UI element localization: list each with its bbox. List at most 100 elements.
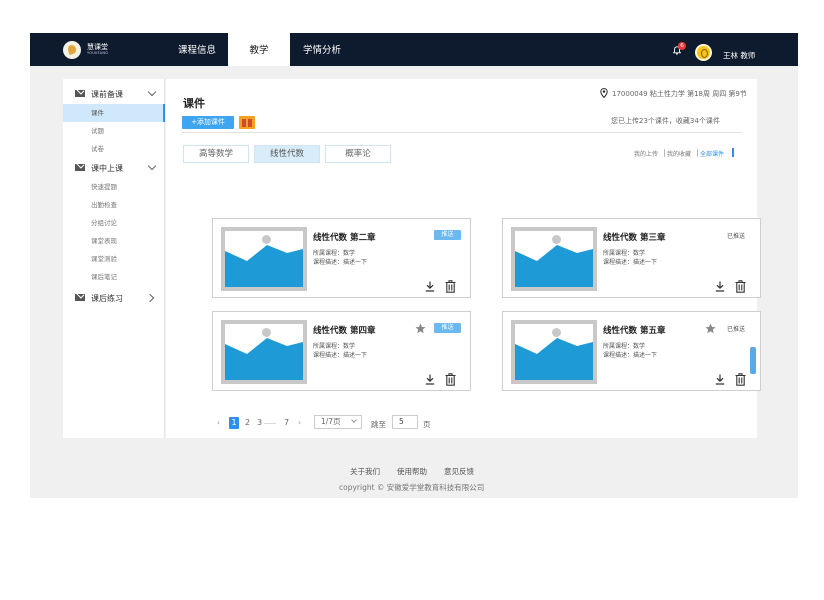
copyright-text: copyright © 安徽爱学堂教育科技有限公司 [339,483,485,492]
sidebar-group-label: 课前备课 [91,90,123,99]
thumbnail-image-icon [221,320,307,384]
divider [182,132,742,133]
trash-icon[interactable] [445,373,456,386]
location-icon [600,88,608,98]
card-course: 所属课程：数学 [603,343,646,350]
footer-link-help[interactable]: 使用帮助 [397,466,427,477]
filter-divider [697,149,698,157]
mail-icon [75,90,85,97]
star-icon[interactable] [705,323,716,334]
card-title: 线性代数 第四章 [313,326,376,336]
class-location: 17000049 粘土性力学 第18周 周四 第9节 [612,90,747,98]
nav-tab-course-info[interactable]: 课程信息 [167,33,227,66]
thumbnail-image-icon [511,320,597,384]
mail-icon [75,294,85,301]
chevron-right-icon [145,293,155,303]
courseware-card[interactable]: 线性代数 第三章 所属课程：数学 课程描述：描述一下 已推送 [502,218,761,298]
card-description: 课程描述：描述一下 [313,259,368,266]
chevron-down-icon [351,417,357,423]
sidebar-item-questions[interactable]: 试题 [63,122,165,140]
trash-icon[interactable] [735,280,746,293]
sidebar-group-prep[interactable]: 课前备课 [63,85,165,103]
app-frame: 慧课堂 YOUKTANG 课程信息 教学 学情分析 6 王林 教师 课前备课 课… [30,33,798,498]
brand-name-en: YOUKTANG [87,51,109,55]
footer-link-about[interactable]: 关于我们 [350,466,380,477]
pagination-page[interactable]: 7 [284,418,289,427]
add-courseware-button[interactable]: +添加课件 [182,116,234,129]
trash-icon[interactable] [735,373,746,386]
download-icon[interactable] [425,281,435,292]
sidebar-item-courseware[interactable]: 课件 [63,104,165,122]
chevron-down-icon [147,87,157,97]
user-name[interactable]: 王林 教师 [723,50,755,61]
sidebar-item-attendance[interactable]: 出勤检查 [63,196,165,214]
card-course: 所属课程：数学 [313,250,356,257]
page-size-select[interactable]: 1/7页 [314,415,362,429]
courseware-card[interactable]: 线性代数 第四章 所属课程：数学 课程描述：描述一下 推送 [212,311,471,391]
push-button[interactable]: 推送 [434,323,461,333]
card-description: 课程描述：描述一下 [313,352,368,359]
course-tab-advanced-math[interactable]: 高等数学 [183,145,249,163]
sidebar: 课前备课 课件 试题 试卷 课中上课 快速提题 出勤检查 分组讨论 课堂表现 课… [63,79,165,438]
filter-my-favorites[interactable]: 我的收藏 [667,149,691,158]
sidebar-item-papers[interactable]: 试卷 [63,140,165,158]
download-icon[interactable] [715,281,725,292]
user-avatar[interactable] [695,44,712,61]
pushed-status: 已推送 [727,326,746,333]
card-description: 课程描述：描述一下 [603,352,658,359]
sidebar-item-performance[interactable]: 课堂表现 [63,232,165,250]
filter-divider [664,149,665,157]
filter-all-courseware[interactable]: 全部课件 [700,149,724,158]
sidebar-group-label: 课中上课 [91,164,123,173]
download-icon[interactable] [425,374,435,385]
pagination-page[interactable]: 2 [245,418,250,427]
book-icon[interactable] [239,116,255,129]
courseware-card[interactable]: 线性代数 第二章 所属课程：数学 课程描述：描述一下 推送 [212,218,471,298]
logo-icon[interactable] [63,41,81,59]
top-nav: 慧课堂 YOUKTANG 课程信息 教学 学情分析 6 王林 教师 [30,33,798,66]
pagination-prev[interactable]: ‹ [217,418,220,427]
push-button[interactable]: 推送 [434,230,461,240]
notification-badge: 6 [678,42,686,50]
courseware-card[interactable]: 线性代数 第五章 所属课程：数学 课程描述：描述一下 已推送 [502,311,761,391]
sidebar-group-practice[interactable]: 课后练习 [63,289,165,307]
sidebar-item-notes[interactable]: 课后笔记 [63,268,165,286]
jump-input[interactable]: 5 [392,415,418,429]
sidebar-item-group-discussion[interactable]: 分组讨论 [63,214,165,232]
sidebar-item-quiz[interactable]: 课堂测验 [63,250,165,268]
course-tab-probability[interactable]: 概率论 [325,145,391,163]
card-title: 线性代数 第三章 [603,233,666,243]
nav-tab-analytics[interactable]: 学情分析 [292,33,352,66]
side-scroll-handle[interactable] [750,347,756,374]
trash-icon[interactable] [445,280,456,293]
footer-link-feedback[interactable]: 意见反馈 [444,466,474,477]
sidebar-item-quick-question[interactable]: 快速提题 [63,178,165,196]
sidebar-group-class[interactable]: 课中上课 [63,159,165,177]
page-size-value: 1/7页 [321,417,341,426]
pagination-page[interactable]: 3 [257,418,262,427]
thumbnail-image-icon [221,227,307,291]
card-description: 课程描述：描述一下 [603,259,658,266]
pushed-status: 已推送 [727,233,746,240]
jump-label: 跳至 [371,420,386,429]
page-title: 课件 [183,97,205,110]
brand-name: 慧课堂 [87,43,108,51]
upload-stats: 您已上传23个课件，收藏34个课件 [611,117,720,125]
star-icon[interactable] [415,323,426,334]
sidebar-group-label: 课后练习 [91,294,123,303]
card-course: 所属课程：数学 [313,343,356,350]
card-title: 线性代数 第五章 [603,326,666,336]
filter-my-uploads[interactable]: 我的上传 [634,149,658,158]
pagination-page-current[interactable]: 1 [229,417,239,429]
course-tab-linear-algebra[interactable]: 线性代数 [254,145,320,163]
filter-active-indicator [732,148,734,157]
pagination-ellipsis: …… [264,419,276,426]
chevron-down-icon [147,161,157,171]
mail-icon [75,164,85,171]
download-icon[interactable] [715,374,725,385]
pagination-next[interactable]: › [298,418,301,427]
thumbnail-image-icon [511,227,597,291]
page-unit-label: 页 [423,420,431,429]
nav-tab-teaching[interactable]: 教学 [228,33,290,66]
main-panel: 课件 +添加课件 17000049 粘土性力学 第18周 周四 第9节 您已上传… [166,79,761,438]
